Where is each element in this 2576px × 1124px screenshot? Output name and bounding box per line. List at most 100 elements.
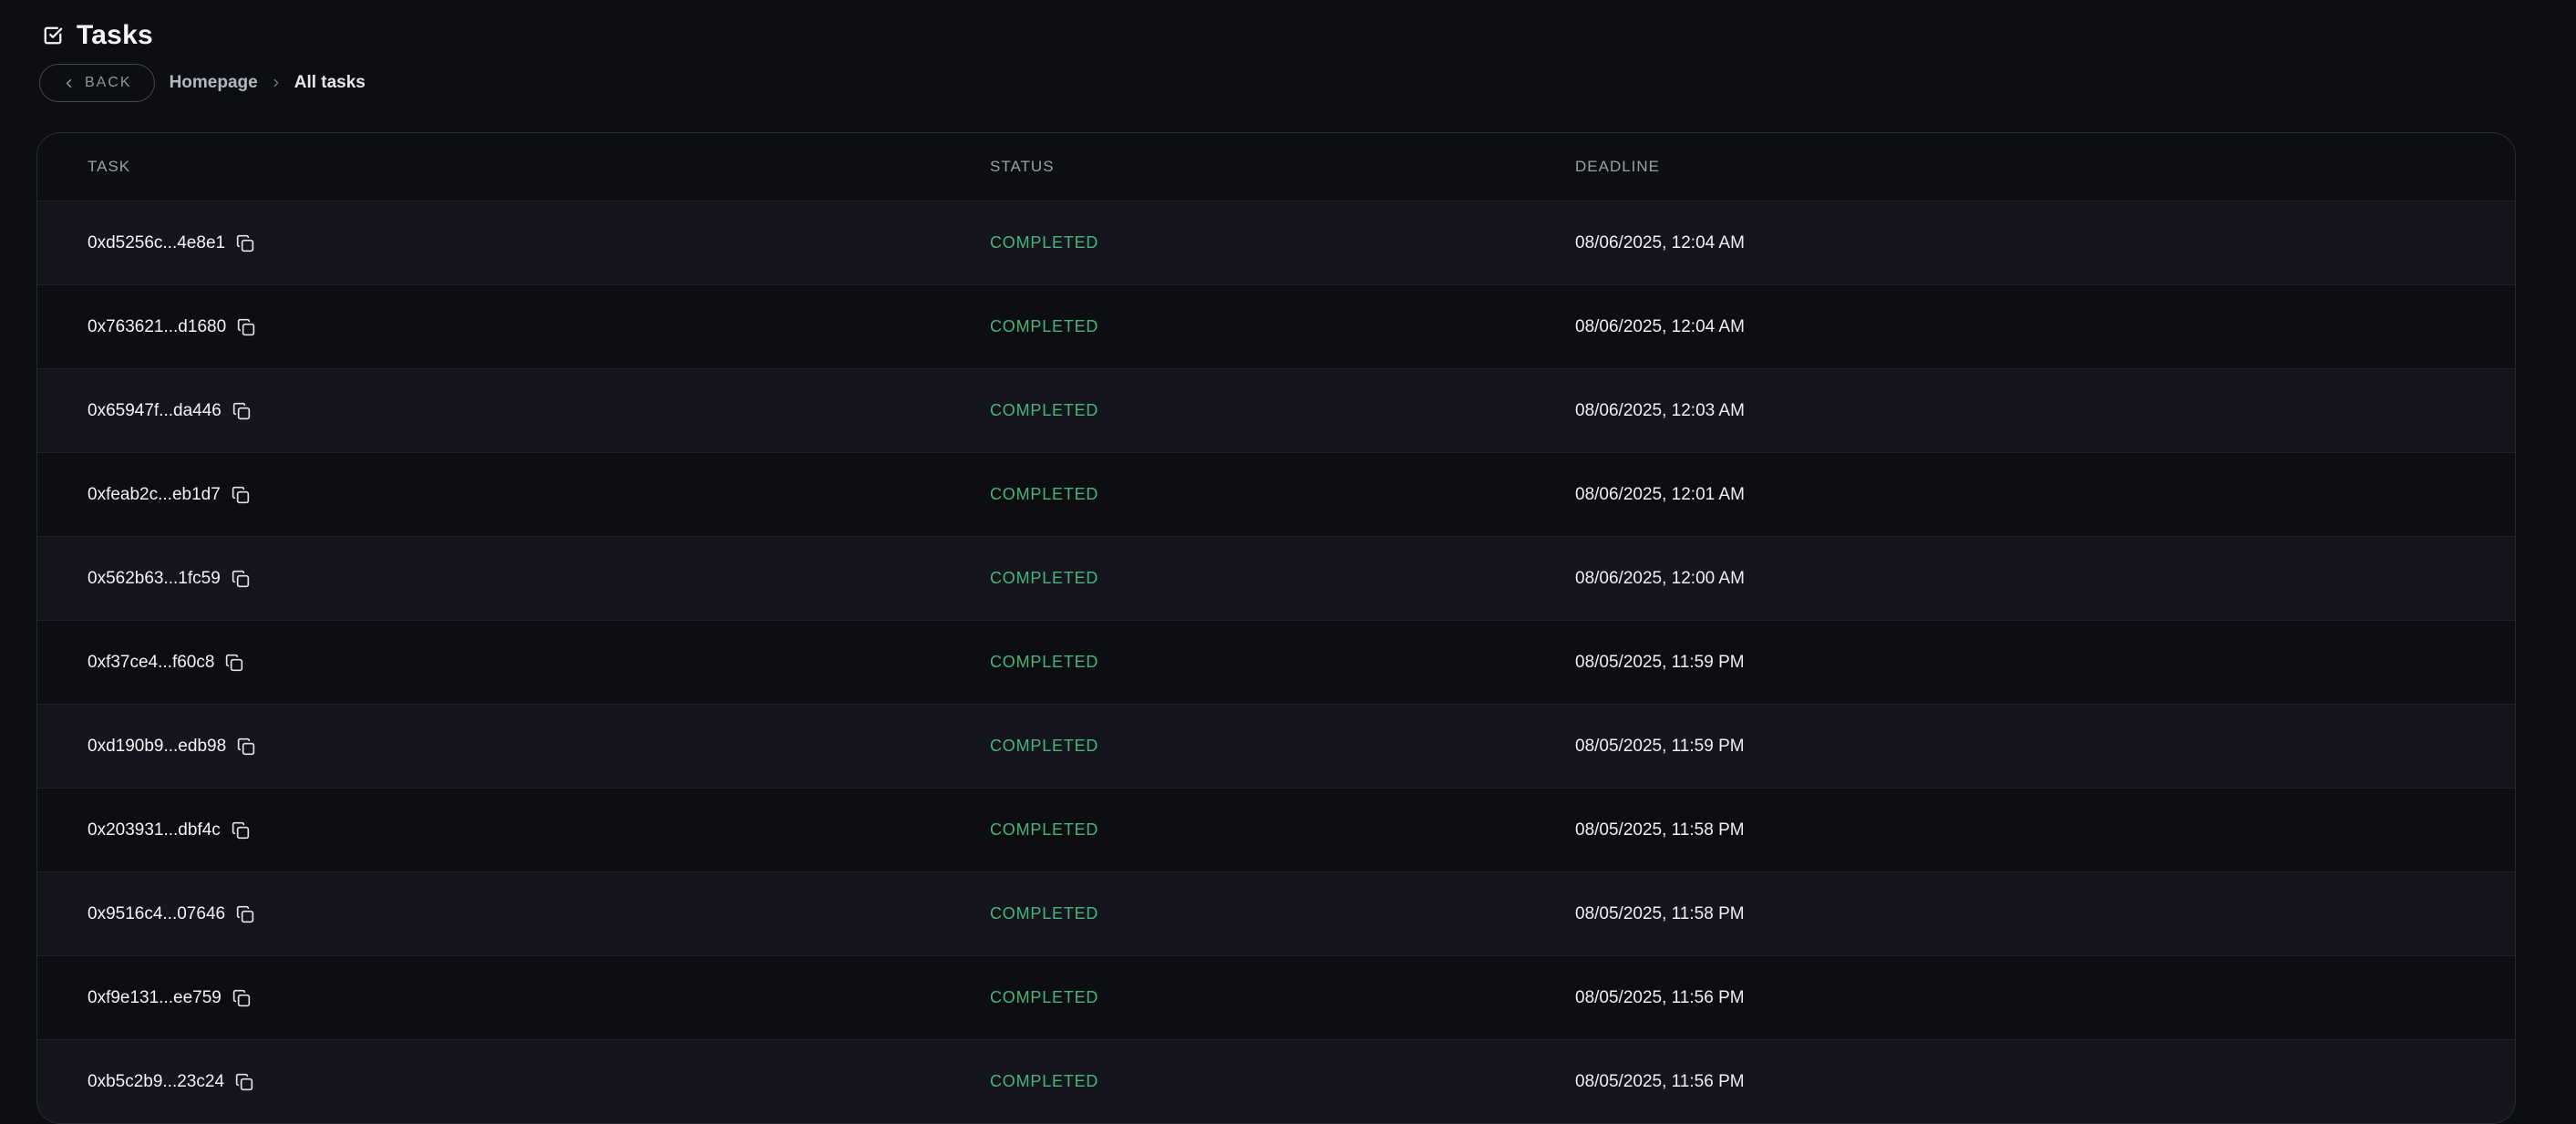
copy-icon[interactable] bbox=[236, 234, 254, 253]
deadline-cell: 08/05/2025, 11:59 PM bbox=[1575, 653, 2465, 673]
status-cell: COMPLETED bbox=[990, 737, 1575, 756]
task-id: 0xd190b9...edb98 bbox=[88, 737, 226, 757]
deadline-text: 08/05/2025, 11:58 PM bbox=[1575, 904, 1745, 923]
task-id: 0xb5c2b9...23c24 bbox=[88, 1072, 224, 1092]
task-id: 0x203931...dbf4c bbox=[88, 820, 221, 840]
table-row[interactable]: 0x763621...d1680 COMPLETED 08/06/2025, 1… bbox=[37, 284, 2515, 368]
column-header-deadline: DEADLINE bbox=[1575, 158, 2465, 176]
task-id: 0x9516c4...07646 bbox=[88, 904, 225, 924]
copy-icon[interactable] bbox=[232, 821, 250, 840]
task-id: 0xf9e131...ee759 bbox=[88, 988, 222, 1008]
task-cell: 0x763621...d1680 bbox=[88, 317, 990, 337]
deadline-text: 08/06/2025, 12:00 AM bbox=[1575, 569, 1745, 588]
chevron-left-icon bbox=[62, 77, 76, 90]
table-row[interactable]: 0xf9e131...ee759 COMPLETED 08/05/2025, 1… bbox=[37, 955, 2515, 1039]
breadcrumb-all-tasks: All tasks bbox=[294, 73, 366, 93]
copy-icon[interactable] bbox=[232, 570, 250, 588]
copy-icon[interactable] bbox=[232, 486, 250, 504]
table-row[interactable]: 0x9516c4...07646 COMPLETED 08/05/2025, 1… bbox=[37, 871, 2515, 955]
task-cell: 0x203931...dbf4c bbox=[88, 820, 990, 840]
deadline-text: 08/06/2025, 12:04 AM bbox=[1575, 233, 1745, 253]
column-header-status: STATUS bbox=[990, 158, 1575, 176]
copy-icon[interactable] bbox=[225, 654, 243, 672]
deadline-cell: 08/06/2025, 12:04 AM bbox=[1575, 317, 2465, 337]
status-cell: COMPLETED bbox=[990, 485, 1575, 504]
task-cell: 0x9516c4...07646 bbox=[88, 904, 990, 924]
table-row[interactable]: 0x203931...dbf4c COMPLETED 08/05/2025, 1… bbox=[37, 788, 2515, 871]
status-badge: COMPLETED bbox=[990, 737, 1098, 755]
status-cell: COMPLETED bbox=[990, 317, 1575, 336]
status-cell: COMPLETED bbox=[990, 988, 1575, 1007]
table-row[interactable]: 0x562b63...1fc59 COMPLETED 08/06/2025, 1… bbox=[37, 536, 2515, 620]
table-body: 0xd5256c...4e8e1 COMPLETED 08/06/2025, 1… bbox=[37, 201, 2515, 1123]
task-cell: 0xf9e131...ee759 bbox=[88, 988, 990, 1008]
task-id: 0xfeab2c...eb1d7 bbox=[88, 485, 221, 505]
task-cell: 0xd5256c...4e8e1 bbox=[88, 233, 990, 253]
task-cell: 0xfeab2c...eb1d7 bbox=[88, 485, 990, 505]
deadline-cell: 08/05/2025, 11:59 PM bbox=[1575, 737, 2465, 757]
status-cell: COMPLETED bbox=[990, 820, 1575, 840]
back-label: BACK bbox=[85, 76, 132, 90]
copy-icon[interactable] bbox=[235, 1073, 253, 1091]
deadline-cell: 08/05/2025, 11:58 PM bbox=[1575, 904, 2465, 924]
deadline-text: 08/05/2025, 11:59 PM bbox=[1575, 653, 1745, 672]
task-cell: 0x65947f...da446 bbox=[88, 401, 990, 421]
task-cell: 0xf37ce4...f60c8 bbox=[88, 653, 990, 673]
deadline-cell: 08/06/2025, 12:04 AM bbox=[1575, 233, 2465, 253]
chevron-right-icon bbox=[270, 77, 283, 89]
deadline-cell: 08/05/2025, 11:56 PM bbox=[1575, 988, 2465, 1008]
deadline-text: 08/06/2025, 12:01 AM bbox=[1575, 485, 1745, 504]
status-cell: COMPLETED bbox=[990, 401, 1575, 420]
status-cell: COMPLETED bbox=[990, 653, 1575, 672]
status-badge: COMPLETED bbox=[990, 401, 1098, 419]
breadcrumb: Homepage All tasks bbox=[170, 73, 366, 93]
deadline-cell: 08/05/2025, 11:56 PM bbox=[1575, 1072, 2465, 1092]
status-badge: COMPLETED bbox=[990, 653, 1098, 671]
status-badge: COMPLETED bbox=[990, 233, 1098, 252]
table-row[interactable]: 0xd190b9...edb98 COMPLETED 08/05/2025, 1… bbox=[37, 704, 2515, 788]
table-row[interactable]: 0xd5256c...4e8e1 COMPLETED 08/06/2025, 1… bbox=[37, 201, 2515, 284]
table-row[interactable]: 0xb5c2b9...23c24 COMPLETED 08/05/2025, 1… bbox=[37, 1039, 2515, 1123]
deadline-cell: 08/05/2025, 11:58 PM bbox=[1575, 820, 2465, 840]
copy-icon[interactable] bbox=[232, 402, 251, 420]
copy-icon[interactable] bbox=[237, 737, 255, 756]
deadline-cell: 08/06/2025, 12:01 AM bbox=[1575, 485, 2465, 505]
status-badge: COMPLETED bbox=[990, 485, 1098, 503]
deadline-text: 08/06/2025, 12:03 AM bbox=[1575, 401, 1745, 420]
deadline-cell: 08/06/2025, 12:03 AM bbox=[1575, 401, 2465, 421]
square-check-icon bbox=[43, 26, 63, 46]
status-badge: COMPLETED bbox=[990, 1072, 1098, 1090]
deadline-text: 08/05/2025, 11:58 PM bbox=[1575, 820, 1745, 840]
table-row[interactable]: 0xfeab2c...eb1d7 COMPLETED 08/06/2025, 1… bbox=[37, 452, 2515, 536]
page-header: Tasks bbox=[0, 0, 2576, 49]
copy-icon[interactable] bbox=[232, 989, 251, 1007]
column-header-task: TASK bbox=[88, 158, 990, 176]
back-button[interactable]: BACK bbox=[39, 64, 155, 102]
status-badge: COMPLETED bbox=[990, 904, 1098, 923]
deadline-cell: 08/06/2025, 12:00 AM bbox=[1575, 569, 2465, 589]
task-cell: 0xd190b9...edb98 bbox=[88, 737, 990, 757]
status-cell: COMPLETED bbox=[990, 904, 1575, 923]
table-row[interactable]: 0xf37ce4...f60c8 COMPLETED 08/05/2025, 1… bbox=[37, 620, 2515, 704]
breadcrumb-homepage[interactable]: Homepage bbox=[170, 73, 258, 93]
task-id: 0x562b63...1fc59 bbox=[88, 569, 221, 589]
task-id: 0x65947f...da446 bbox=[88, 401, 222, 421]
deadline-text: 08/06/2025, 12:04 AM bbox=[1575, 317, 1745, 336]
status-badge: COMPLETED bbox=[990, 988, 1098, 1006]
status-cell: COMPLETED bbox=[990, 233, 1575, 253]
status-badge: COMPLETED bbox=[990, 317, 1098, 335]
tasks-table-card: TASK STATUS DEADLINE 0xd5256c...4e8e1 CO… bbox=[36, 132, 2516, 1124]
copy-icon[interactable] bbox=[237, 318, 255, 336]
task-cell: 0x562b63...1fc59 bbox=[88, 569, 990, 589]
task-id: 0xd5256c...4e8e1 bbox=[88, 233, 225, 253]
task-cell: 0xb5c2b9...23c24 bbox=[88, 1072, 990, 1092]
status-cell: COMPLETED bbox=[990, 569, 1575, 588]
status-cell: COMPLETED bbox=[990, 1072, 1575, 1091]
nav-row: BACK Homepage All tasks bbox=[39, 64, 2576, 102]
page-title: Tasks bbox=[77, 22, 153, 49]
status-badge: COMPLETED bbox=[990, 820, 1098, 839]
copy-icon[interactable] bbox=[236, 905, 254, 923]
task-id: 0x763621...d1680 bbox=[88, 317, 226, 337]
table-row[interactable]: 0x65947f...da446 COMPLETED 08/06/2025, 1… bbox=[37, 368, 2515, 452]
deadline-text: 08/05/2025, 11:56 PM bbox=[1575, 988, 1745, 1007]
